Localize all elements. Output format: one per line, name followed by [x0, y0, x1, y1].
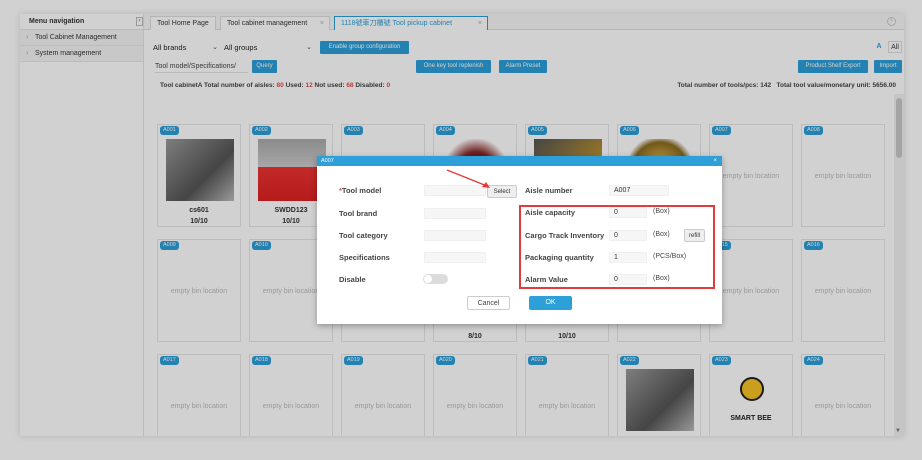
dialog-title: A007	[321, 158, 334, 164]
annotation-arrow	[446, 169, 490, 188]
aisle-capacity-unit: (Box)	[653, 208, 670, 215]
packaging-quantity-label: Packaging quantity	[525, 253, 594, 262]
toggle-knob	[424, 275, 432, 283]
alarm-value-unit: (Box)	[653, 275, 670, 282]
aisle-capacity-field[interactable]: 0	[609, 207, 647, 218]
close-icon[interactable]: ×	[713, 156, 717, 166]
ok-button[interactable]: OK	[529, 296, 572, 310]
disable-toggle[interactable]	[423, 274, 448, 284]
refill-button[interactable]: refill	[684, 229, 705, 242]
cargo-inventory-label: Cargo Track Inventory	[525, 231, 605, 240]
aisle-config-dialog: A007 ×	[317, 156, 722, 324]
tool-model-label: *Tool model	[339, 186, 382, 195]
packaging-quantity-unit: (PCS/Box)	[653, 253, 687, 260]
specifications-label: Specifications	[339, 253, 390, 262]
tool-category-label: Tool category	[339, 231, 388, 240]
aisle-number-field[interactable]: A007	[609, 185, 669, 196]
alarm-value-field[interactable]: 0	[609, 274, 647, 285]
dialog-header: A007 ×	[317, 156, 722, 166]
packaging-quantity-field[interactable]: 1	[609, 252, 647, 263]
aisle-number-label: Aisle number	[525, 186, 573, 195]
aisle-capacity-label: Aisle capacity	[525, 208, 576, 217]
cancel-button[interactable]: Cancel	[467, 296, 510, 310]
tool-brand-field[interactable]	[424, 208, 486, 219]
cargo-inventory-unit: (Box)	[653, 231, 670, 238]
tool-brand-label: Tool brand	[339, 209, 378, 218]
disable-label: Disable	[339, 275, 366, 284]
specifications-field[interactable]	[424, 252, 486, 263]
tool-category-field[interactable]	[424, 230, 486, 241]
cargo-inventory-field[interactable]: 0	[609, 230, 647, 241]
alarm-value-label: Alarm Value	[525, 275, 568, 284]
